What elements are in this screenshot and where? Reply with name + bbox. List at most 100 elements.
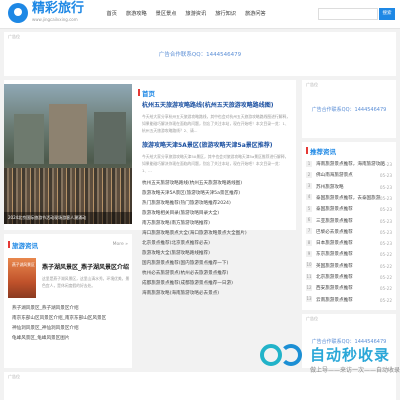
auto-index-watermark: 自动秒收录 做上导——来访一次——自动收录 (258, 340, 400, 376)
list-item[interactable]: 3 苏州旅游攻略 05-23 (306, 183, 392, 193)
list-item[interactable]: 杭州必去旅游景点(杭州必去旅游景点推荐) (142, 269, 292, 279)
list-item[interactable]: 12 西安旅游景点推荐 05-22 (306, 284, 392, 294)
logo-icon[interactable] (8, 3, 28, 23)
list-item-title[interactable]: 海南旅游景点推荐，海南旅游攻略 (316, 162, 385, 167)
list-item-date: 05-22 (379, 286, 392, 292)
list-item[interactable]: 神仙洞风景区_神仙洞风景区介绍 (12, 324, 128, 334)
bottom-ad-banner[interactable]: 广告位 (4, 372, 396, 400)
section-title-travel-news: 旅游资讯 (8, 241, 38, 250)
list-item-title[interactable]: 杭州五天旅游攻略路线(杭州五天旅游攻略路线图) (142, 181, 242, 186)
list-item-title[interactable]: 东京旅游景点推荐 (316, 252, 353, 257)
list-item-title[interactable]: 三亚旅游景点推荐 (316, 219, 353, 224)
list-item-title[interactable]: 旅游攻略天津5A景区(旅游攻略天津5a景区推荐) (142, 191, 240, 196)
list-item-title[interactable]: 南方旅游攻略(南方旅游攻略推荐) (142, 221, 210, 226)
list-item[interactable]: 5 泰国旅游景点推荐 05-23 (306, 205, 392, 215)
list-item[interactable]: 2 佛山南海旅游景点 05-23 (306, 171, 392, 181)
list-item-date: 05-23 (379, 207, 392, 213)
list-item-title[interactable]: 北京景点推荐(北京景点推荐必去) (142, 241, 210, 246)
watermark-logo-icon (280, 344, 302, 366)
list-item[interactable]: 南方旅游攻略(南方旅游攻略推荐) (142, 219, 292, 229)
rank-badge: 10 (306, 262, 312, 269)
main-nav: 首页 旅游攻略 景区景点 旅游资讯 旅行知识 旅游问答 (102, 0, 270, 28)
list-item[interactable]: 旅游攻略天津5A景区(旅游攻略天津5a景区推荐) (142, 189, 292, 199)
list-item[interactable]: 国内旅游景点推荐(国内旅游景点推荐一下) (142, 259, 292, 269)
list-item-title[interactable]: 成都旅游景点推荐(成都旅游景点推荐一日游) (142, 281, 233, 286)
list-item-title[interactable]: 杭州必去旅游景点(杭州必去旅游景点推荐) (142, 271, 228, 276)
site-brand[interactable]: 精彩旅行 (32, 2, 84, 16)
list-item[interactable]: 11 北京旅游景点推荐 05-22 (306, 273, 392, 283)
more-link[interactable]: More » (113, 242, 128, 247)
list-item[interactable]: 13 云南旅游景点推荐 05-22 (306, 296, 392, 306)
list-item-title[interactable]: 旅游攻略大全(旅游攻略路线推荐) (142, 251, 210, 256)
headline-1-title[interactable]: 杭州五天旅游攻略路线(杭州五天旅游攻略路线图) (142, 100, 274, 109)
list-item[interactable]: 旅游攻略相关目录(旅游攻略目录大全) (142, 209, 292, 219)
nav-item[interactable]: 景区景点 (151, 0, 181, 28)
list-item-title[interactable]: 龟峰风景区_龟峰风景区图片 (12, 336, 69, 341)
list-item-title[interactable]: 佛山南海旅游景点 (316, 173, 353, 178)
list-item[interactable]: 8 日本旅游景点推荐 05-23 (306, 239, 392, 249)
list-item-title[interactable]: 热门旅游攻略推荐(热门旅游攻略推荐2024) (142, 201, 231, 206)
list-item-title[interactable]: 南京东部山区风景区介绍_南京东部山区风景区 (12, 316, 106, 321)
list-item[interactable]: 9 东京旅游景点推荐 05-22 (306, 250, 392, 260)
list-item[interactable]: 南京东部山区风景区介绍_南京东部山区风景区 (12, 314, 128, 324)
list-item[interactable]: 海口旅游攻略景点大全(海口旅游攻略景点大全图片) (142, 229, 292, 239)
list-item-title[interactable]: 海口旅游攻略景点大全(海口旅游攻略景点大全图片) (142, 231, 247, 236)
ad-text: 广告合作联系QQ：1444546479 (311, 107, 387, 113)
list-item-title[interactable]: 神仙洞风景区_神仙洞风景区介绍 (12, 326, 79, 331)
travel-news-card-title[interactable]: 燕子湖风景区_燕子湖风景区介绍 (42, 262, 132, 271)
list-item[interactable]: 龟峰风景区_龟峰风景区图片 (12, 334, 128, 344)
search-input[interactable] (318, 8, 378, 20)
list-item[interactable]: 海南旅游攻略(海南旅游攻略必去景点) (142, 289, 292, 299)
list-item[interactable]: 1 海南旅游景点推荐，海南旅游攻略 05-23 (306, 160, 392, 170)
watermark-logo-icon (260, 344, 282, 366)
right-ad-1[interactable]: 广告位 广告合作联系QQ：1444546479 (302, 80, 396, 138)
rank-badge: 1 (306, 160, 312, 167)
list-item-title[interactable]: 国内旅游景点推荐(国内旅游景点推荐一下) (142, 261, 228, 266)
featured-photo[interactable]: 2024北京国际旅游节活动现场游客人潮涌动 (4, 84, 132, 224)
list-item[interactable]: 10 英国旅游景点推荐 05-22 (306, 262, 392, 272)
list-item-date: 05-23 (379, 218, 392, 224)
rank-badge: 9 (306, 250, 312, 257)
top-ad-banner[interactable]: 广告位 广告合作联系QQ：1444546479 (4, 32, 396, 76)
list-item[interactable]: 6 三亚旅游景点推荐 05-23 (306, 217, 392, 227)
headline-2-title[interactable]: 旅游攻略天津5A景区(旅游攻略天津5a景区推荐) (142, 140, 273, 149)
rank-badge: 6 (306, 217, 312, 223)
nav-item[interactable]: 首页 (102, 0, 121, 28)
list-item-title[interactable]: 西安旅游景点推荐 (316, 286, 353, 291)
list-item-title[interactable]: 旅游攻略相关目录(旅游攻略目录大全) (142, 211, 219, 216)
list-item-title[interactable]: 苏州旅游攻略 (316, 185, 344, 190)
list-item-title[interactable]: 日本旅游景点推荐 (316, 241, 353, 246)
rank-badge: 13 (306, 296, 312, 303)
list-item[interactable]: 热门旅游攻略推荐(热门旅游攻略推荐2024) (142, 199, 292, 209)
list-item[interactable]: 成都旅游景点推荐(成都旅游景点推荐一日游) (142, 279, 292, 289)
list-item-date: 05-22 (379, 263, 392, 269)
list-item-date: 05-23 (379, 184, 392, 190)
nav-item[interactable]: 旅游问答 (240, 0, 270, 28)
travel-news-card-image[interactable]: 燕子湖风景区 (8, 258, 36, 298)
list-item-title[interactable]: 泰国旅游景点推荐 (316, 207, 353, 212)
section-title-home: 首页 (138, 89, 155, 98)
list-item-title[interactable]: 北京旅游景点推荐 (316, 275, 353, 280)
list-item-date: 05-23 (379, 229, 392, 235)
search-button[interactable]: 搜索 (379, 8, 395, 20)
list-item[interactable]: 燕子湖风景区_燕子湖风景区介绍 (12, 304, 128, 314)
nav-item[interactable]: 旅游资讯 (181, 0, 211, 28)
list-item-title[interactable]: 燕子湖风景区_燕子湖风景区介绍 (12, 306, 79, 311)
list-item[interactable]: 4 泰国旅游景点推荐，去泰国旅游 05-23 (306, 194, 392, 204)
list-item-date: 05-22 (379, 275, 392, 280)
list-item[interactable]: 北京景点推荐(北京景点推荐必去) (142, 239, 292, 249)
watermark-title: 自动秒收录 (310, 346, 391, 364)
nav-item[interactable]: 旅行知识 (211, 0, 241, 28)
list-item[interactable]: 旅游攻略大全(旅游攻略路线推荐) (142, 249, 292, 259)
list-item-title[interactable]: 英国旅游景点推荐 (316, 264, 353, 269)
card-image-caption: 燕子湖风景区 (12, 262, 35, 267)
list-item[interactable]: 7 巴黎必去景点推荐 05-23 (306, 228, 392, 238)
nav-item[interactable]: 旅游攻略 (121, 0, 151, 28)
list-item-title[interactable]: 巴黎必去景点推荐 (316, 230, 353, 235)
list-item[interactable]: 杭州五天旅游攻略路线(杭州五天旅游攻略路线图) (142, 179, 292, 189)
list-item-title[interactable]: 海南旅游攻略(海南旅游攻略必去景点) (142, 291, 219, 296)
list-item-date: 05-22 (379, 297, 392, 303)
list-item-title[interactable]: 云南旅游景点推荐 (316, 298, 353, 303)
recommend-panel: 推荐资讯 1 海南旅游景点推荐，海南旅游攻略 05-23 2 佛山南海旅游景点 05-23… (302, 142, 396, 310)
list-item-title[interactable]: 泰国旅游景点推荐，去泰国旅游 (316, 196, 380, 201)
